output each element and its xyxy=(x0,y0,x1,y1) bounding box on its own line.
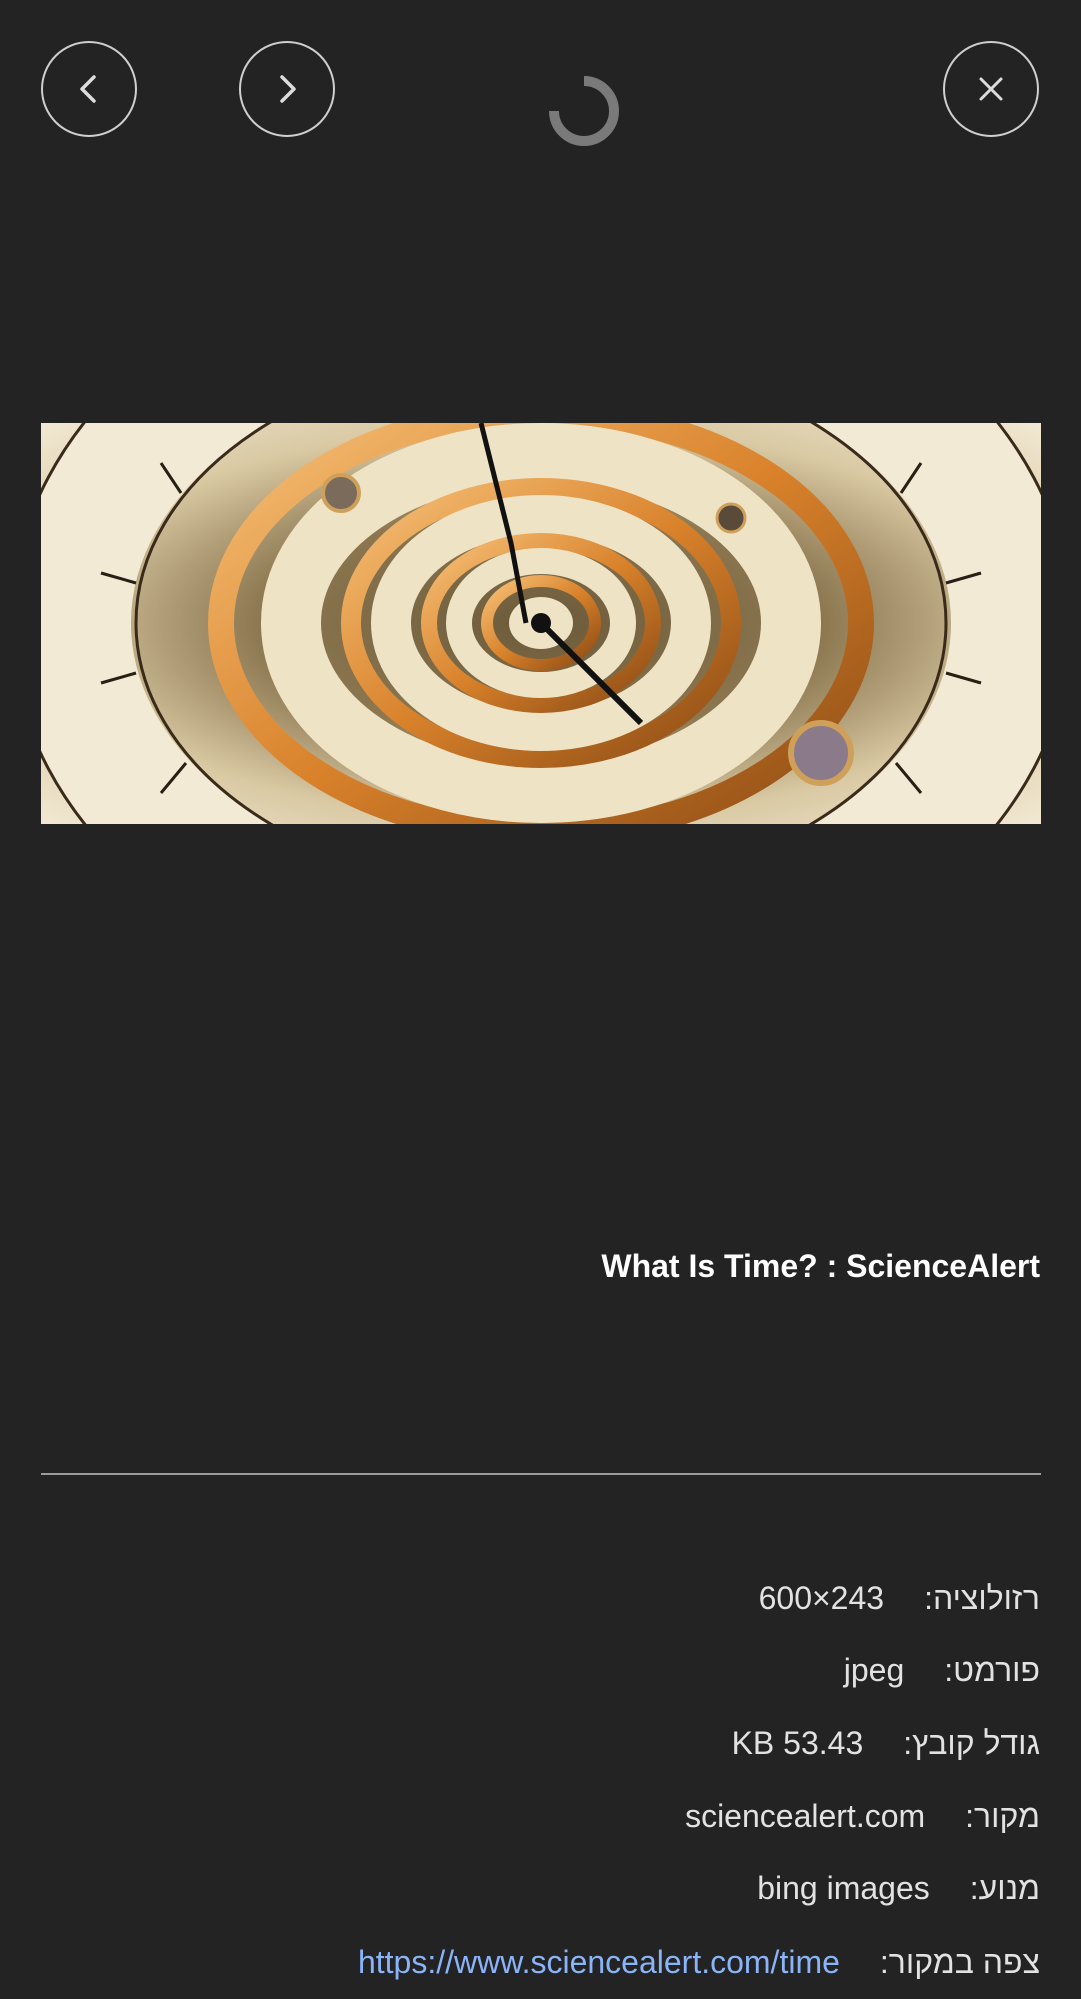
image-viewer: What Is Time? : ScienceAlert רזולוציה: 24… xyxy=(0,0,1081,1999)
format-value: jpeg xyxy=(843,1652,905,1688)
detail-row-resolution: רזולוציה: 243×600 xyxy=(40,1580,1040,1617)
spiral-clock-image xyxy=(41,423,1041,824)
close-icon xyxy=(979,77,1003,101)
detail-row-view-source: צפה במקור: https://www.sciencealert.com/t… xyxy=(40,1944,1040,1981)
next-button[interactable] xyxy=(239,41,335,137)
close-button[interactable] xyxy=(943,41,1039,137)
chevron-right-icon xyxy=(280,75,296,103)
engine-label: מנוע: xyxy=(969,1870,1040,1906)
detail-row-engine: מנוע: bing images xyxy=(40,1870,1040,1907)
view-source-label: צפה במקור: xyxy=(879,1944,1040,1980)
resolution-label: רזולוציה: xyxy=(924,1580,1040,1616)
detail-row-file-size: גודל קובץ: KB 53.43 xyxy=(40,1725,1040,1762)
engine-value: bing images xyxy=(757,1870,930,1906)
detail-row-format: פורמט: jpeg xyxy=(40,1652,1040,1689)
file-size-value: KB 53.43 xyxy=(731,1725,864,1761)
format-label: פורמט: xyxy=(944,1652,1040,1688)
divider xyxy=(41,1473,1041,1475)
source-label: מקור: xyxy=(965,1798,1040,1834)
view-source-link[interactable]: https://www.sciencealert.com/time xyxy=(358,1944,840,1980)
source-value: sciencealert.com xyxy=(685,1798,926,1834)
chevron-left-icon xyxy=(80,75,96,103)
detail-row-source: מקור: sciencealert.com xyxy=(40,1798,1040,1835)
file-size-label: גודל קובץ: xyxy=(903,1725,1040,1761)
previous-button[interactable] xyxy=(41,41,137,137)
image-caption[interactable]: What Is Time? : ScienceAlert xyxy=(601,1248,1040,1285)
loading-spinner-icon xyxy=(549,76,619,146)
preview-image[interactable] xyxy=(41,423,1041,824)
resolution-value: 243×600 xyxy=(758,1580,885,1616)
